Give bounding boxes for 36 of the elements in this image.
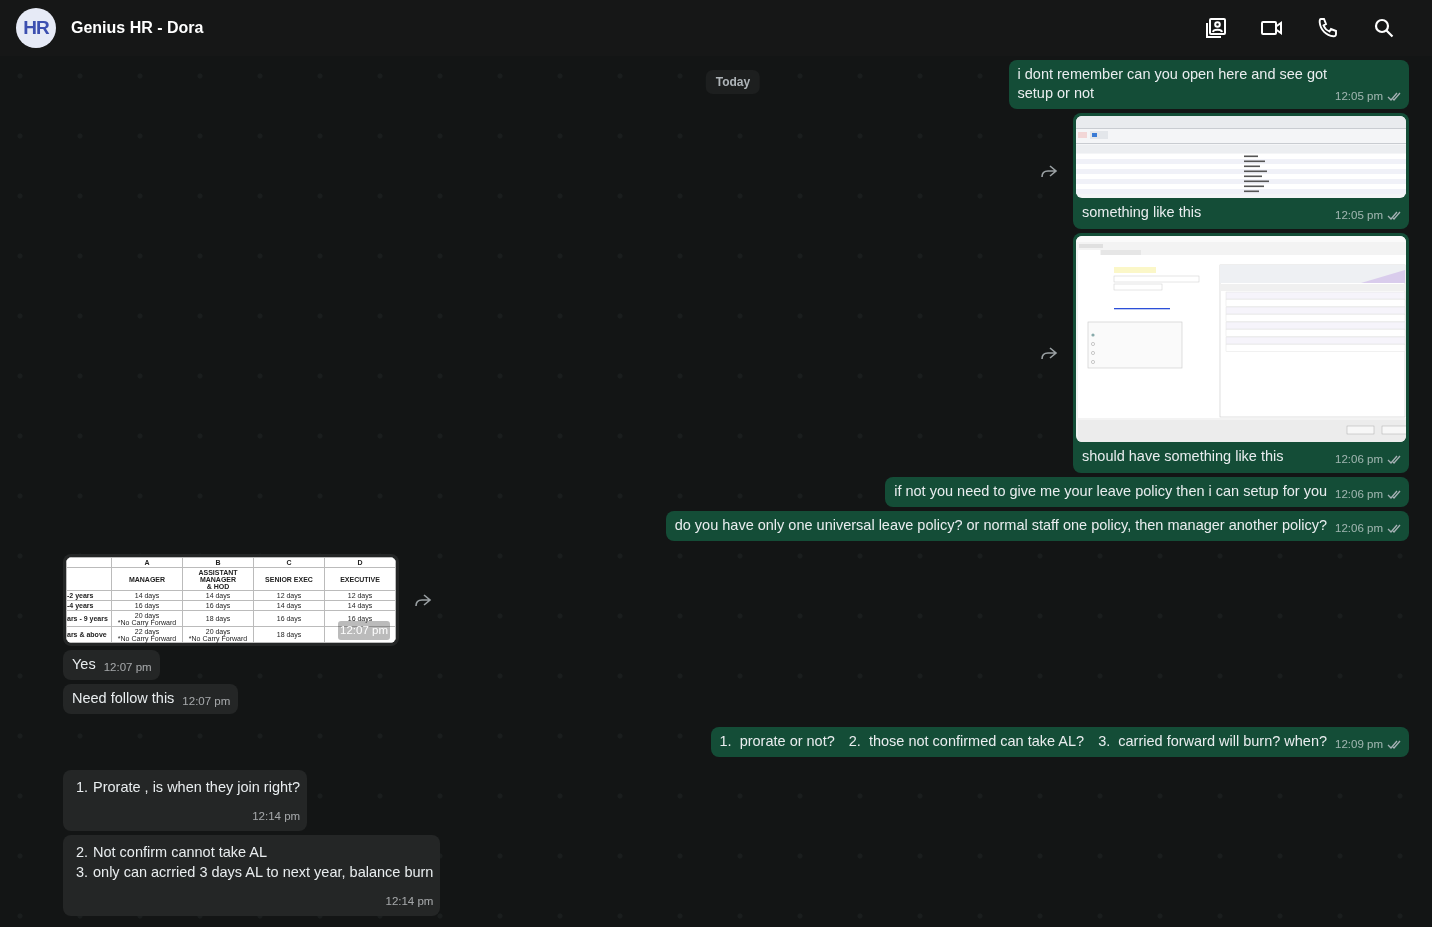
- contact-avatar[interactable]: HR: [16, 8, 56, 48]
- list-number: 1.: [76, 778, 90, 797]
- message-time: 12:07 pm: [103, 660, 152, 675]
- date-chip: Today: [705, 70, 761, 94]
- search-icon[interactable]: [1372, 16, 1396, 40]
- phone-icon[interactable]: [1316, 16, 1340, 40]
- forward-icon[interactable]: [1039, 163, 1059, 179]
- message-time: 12:06 pm: [1335, 487, 1383, 502]
- image-caption: something like this: [1082, 203, 1202, 222]
- image-caption: should have something like this: [1082, 447, 1284, 466]
- message-text: i dont remember can you open here and see got setup or not: [1017, 65, 1328, 103]
- message-time: 12:06 pm: [1335, 521, 1383, 536]
- list-item: only can acrried 3 days AL to next year, balance burn: [93, 863, 434, 882]
- forward-icon[interactable]: [1039, 345, 1059, 361]
- forward-icon[interactable]: [413, 592, 433, 608]
- message-time: 12:05 pm: [1335, 208, 1383, 223]
- list-item: 1. prorate or not?: [719, 732, 835, 751]
- chat-title: Genius HR - Dora: [71, 19, 205, 37]
- list-number: 2.: [76, 843, 90, 862]
- list-item: Not confirm cannot take AL: [93, 843, 268, 862]
- message-time: 12:07 pm: [182, 694, 231, 709]
- message-text: do you have only one universal leave policy? or normal staff one policy, then manager another policy?: [674, 516, 1328, 535]
- list-number: 3.: [76, 863, 90, 882]
- gallery-icon[interactable]: [1204, 16, 1228, 40]
- message-time: 12:14 pm: [385, 894, 434, 909]
- message-time: 12:07 pm: [338, 621, 390, 640]
- message-time: 12:09 pm: [1335, 737, 1383, 752]
- list-item: 3. carried forward will burn? when?: [1098, 732, 1328, 751]
- message-text: Need follow this: [72, 689, 175, 708]
- message-time: 12:05 pm: [1335, 89, 1383, 104]
- list-item: Prorate , is when they join right?: [93, 778, 301, 797]
- message-time: 12:14 pm: [252, 809, 301, 824]
- message-text: Yes: [72, 655, 96, 674]
- message-time: 12:06 pm: [1335, 452, 1383, 467]
- message-text: if not you need to give me your leave policy then i can setup for you: [894, 482, 1328, 501]
- list-item: 2. those not confirmed can take AL?: [848, 732, 1085, 751]
